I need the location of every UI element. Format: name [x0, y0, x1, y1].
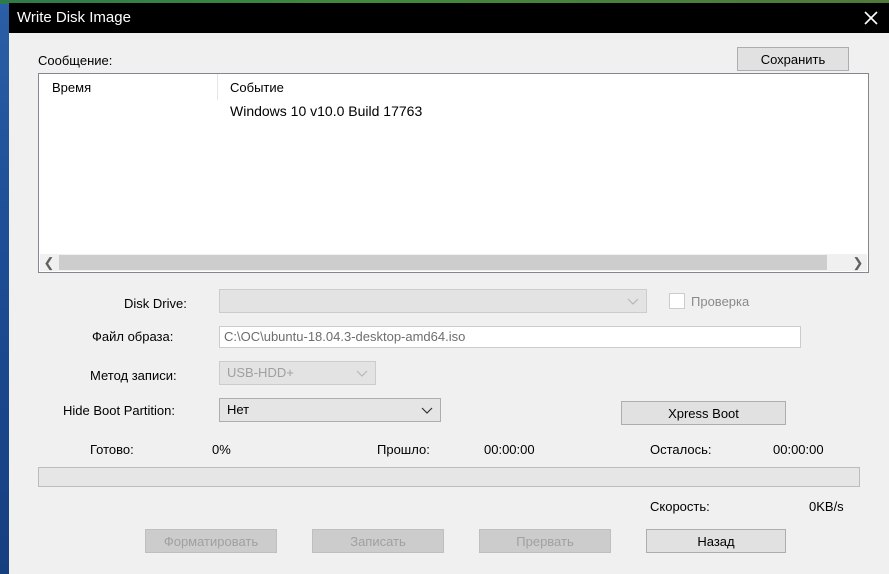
column-header-time: Время — [52, 80, 92, 95]
chevron-left-icon[interactable]: ❮ — [40, 254, 58, 271]
image-file-field[interactable]: C:\OC\ubuntu-18.04.3-desktop-amd64.iso — [219, 326, 801, 348]
image-file-label: Файл образа: — [92, 329, 174, 344]
chevron-down-icon — [626, 294, 640, 311]
messages-label: Сообщение: — [38, 53, 113, 68]
format-button[interactable]: Форматировать — [145, 529, 277, 553]
column-header-event: Событие — [230, 80, 284, 95]
verify-label: Проверка — [691, 294, 750, 309]
window-title: Write Disk Image — [17, 9, 131, 26]
write-button[interactable]: Записать — [312, 529, 444, 553]
verify-checkbox[interactable] — [669, 293, 685, 309]
back-button[interactable]: Назад — [646, 529, 786, 553]
write-method-value: USB-HDD+ — [227, 365, 294, 380]
chevron-down-icon — [355, 366, 369, 383]
write-disk-image-dialog: Write Disk Image Сообщение: Сохранить Вр… — [9, 3, 889, 574]
ready-label: Готово: — [90, 442, 134, 457]
hide-boot-partition-select[interactable]: Нет — [219, 398, 441, 422]
hide-boot-partition-value: Нет — [227, 402, 250, 417]
hide-boot-partition-label: Hide Boot Partition: — [63, 403, 176, 418]
write-method-select[interactable]: USB-HDD+ — [219, 361, 376, 385]
disk-drive-select[interactable] — [219, 289, 647, 313]
ready-value: 0% — [212, 442, 231, 457]
abort-button[interactable]: Прервать — [479, 529, 611, 553]
remaining-value: 00:00:00 — [773, 442, 824, 457]
speed-value: 0KB/s — [809, 499, 844, 514]
xpress-boot-button[interactable]: Xpress Boot — [621, 401, 786, 425]
write-method-label: Метод записи: — [90, 368, 177, 383]
close-icon[interactable] — [859, 6, 883, 30]
remaining-label: Осталось: — [650, 442, 712, 457]
disk-drive-label: Disk Drive: — [124, 296, 187, 311]
elapsed-value: 00:00:00 — [484, 442, 535, 457]
column-divider — [217, 74, 218, 100]
image-file-value: C:\OC\ubuntu-18.04.3-desktop-amd64.iso — [224, 329, 466, 344]
speed-label: Скорость: — [650, 499, 710, 514]
elapsed-label: Прошло: — [377, 442, 430, 457]
horizontal-scrollbar[interactable]: ❮ ❯ — [40, 254, 867, 271]
chevron-down-icon — [420, 403, 434, 420]
progress-bar — [38, 467, 860, 487]
title-bar: Write Disk Image — [9, 3, 889, 33]
save-button[interactable]: Сохранить — [737, 47, 849, 71]
message-event: Windows 10 v10.0 Build 17763 — [230, 103, 423, 119]
scrollbar-thumb[interactable] — [59, 255, 827, 270]
messages-list[interactable]: Время Событие Windows 10 v10.0 Build 177… — [38, 73, 869, 273]
chevron-right-icon[interactable]: ❯ — [849, 254, 867, 271]
